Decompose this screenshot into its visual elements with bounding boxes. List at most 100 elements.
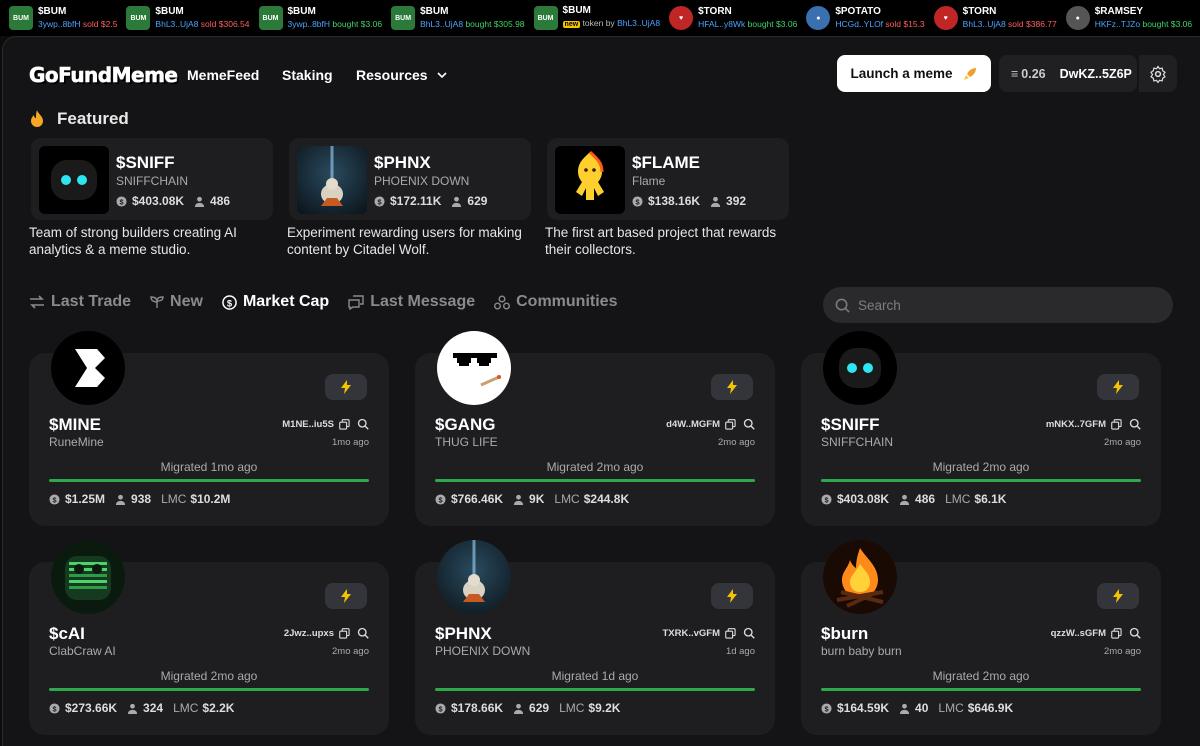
tab-market-cap[interactable]: $ Market Cap — [222, 293, 329, 311]
sort-tabs: Last Trade New $ Market Cap Last Message … — [29, 293, 636, 311]
featured-card-flame[interactable]: $FLAME Flame $ $138.16K 392 — [547, 138, 789, 220]
nav-resources[interactable]: Resources — [356, 67, 448, 83]
tab-last-message[interactable]: Last Message — [348, 293, 475, 311]
ticker-address: HCGd..YLOf — [835, 19, 884, 29]
nav-memefeed[interactable]: MemeFeed — [187, 67, 259, 83]
search-input[interactable] — [858, 297, 1158, 313]
ticker-item[interactable]: ♥ $TORN BhL3..UjA8 sold $386.77 — [933, 6, 1057, 30]
lightning-icon — [341, 380, 351, 394]
ticker-item[interactable]: BUM $BUM new token by BhL3..UjA8 — [533, 5, 660, 31]
ticker-item[interactable]: BUM $BUM BhL3..UjA8 sold $306.54 — [126, 6, 250, 30]
ticker-address: 3ywp..8bfH — [287, 19, 331, 29]
site-logo[interactable]: GoFundMeme — [29, 63, 179, 88]
ticker-item[interactable]: ● $RAMSEY HKFz..TJZo bought $3.06 — [1065, 6, 1192, 30]
lmc-value: $9.2K — [588, 701, 621, 715]
copy-icon[interactable] — [1111, 627, 1122, 639]
coin-icon: $ — [49, 493, 60, 505]
token-symbol: $burn — [821, 624, 869, 643]
copy-icon[interactable] — [339, 627, 350, 639]
search-icon[interactable] — [1129, 627, 1141, 639]
migration-status: Migrated 2mo ago — [932, 669, 1030, 683]
search-box[interactable] — [823, 287, 1173, 323]
copy-icon[interactable] — [339, 418, 350, 430]
tab-communities[interactable]: Communities — [494, 293, 617, 311]
token-card-mine[interactable]: $MINE RuneMine M1NE..iu5S 1mo ago Migrat… — [29, 331, 389, 526]
ticker-amount: $3.06 — [360, 19, 383, 29]
ticker-item[interactable]: ● $POTATO HCGd..YLOf sold $15.3 — [806, 6, 925, 30]
ticker-symbol: $RAMSEY — [1094, 6, 1144, 17]
ticker-action: bought — [465, 19, 492, 29]
token-card-phnx[interactable]: $PHNX PHOENIX DOWN TXRK..vGFM 1d ago Mig… — [415, 540, 775, 735]
settings-button[interactable] — [1139, 55, 1177, 92]
user-icon — [127, 703, 138, 714]
copy-icon[interactable] — [725, 627, 736, 639]
token-card-burn[interactable]: $burn burn baby burn qzzW..sGFM 2mo ago … — [801, 540, 1161, 735]
quick-buy-button[interactable] — [325, 374, 367, 400]
user-icon — [513, 494, 524, 505]
user-icon — [899, 703, 910, 714]
copy-icon[interactable] — [1111, 418, 1122, 430]
token-avatar: BUM — [126, 6, 151, 30]
ticker-address: HFAL..y8Wk — [698, 19, 746, 29]
search-icon[interactable] — [357, 627, 369, 639]
migration-status: Migrated 1mo ago — [160, 460, 258, 474]
progress-bar — [49, 688, 369, 691]
coin-icon: $ — [821, 493, 832, 505]
token-card-gang[interactable]: $GANG THUG LIFE d4W..MGFM 2mo ago Migrat… — [415, 331, 775, 526]
token-avatar — [823, 331, 897, 405]
search-icon[interactable] — [743, 418, 755, 430]
ticker-amount: $386.77 — [1026, 19, 1057, 29]
tab-new[interactable]: New — [150, 293, 203, 311]
lightning-icon — [1113, 380, 1123, 394]
featured-heading: Featured — [29, 109, 129, 129]
featured-card-sniff[interactable]: $SNIFF SNIFFCHAIN $ $403.08K 486 — [31, 138, 273, 220]
token-image — [39, 146, 109, 214]
featured-card-phnx[interactable]: $PHNX PHOENIX DOWN $ $172.11K 629 — [289, 138, 531, 220]
lmc-label: LMC — [161, 492, 187, 506]
token-card-cai[interactable]: $cAI ClabCraw AI 2Jwz..upxs 2mo ago Migr… — [29, 540, 389, 735]
copy-icon[interactable] — [725, 418, 736, 430]
chevron-down-icon — [437, 72, 447, 79]
nav-staking[interactable]: Staking — [282, 67, 333, 83]
coin-icon: $ — [821, 702, 832, 714]
ticker-item[interactable]: BUM $BUM 3ywp..8bfH bought $3.06 — [258, 6, 383, 30]
ticker-item[interactable]: BUM $BUM BhL3..UjA8 bought $305.98 — [391, 6, 525, 30]
market-cap: $273.66K — [65, 701, 118, 715]
search-icon[interactable] — [357, 418, 369, 430]
ticker-symbol: $BUM — [562, 5, 591, 16]
lmc-label: LMC — [554, 492, 580, 506]
quick-buy-button[interactable] — [1097, 374, 1139, 400]
ticker-symbol: $TORN — [698, 6, 732, 17]
lightning-icon — [1113, 589, 1123, 603]
ticker-item[interactable]: BUM $BUM 3ywp..8bfH sold $2.5 — [9, 6, 117, 30]
featured-description: Experiment rewarding users for making co… — [287, 225, 522, 257]
token-card-sniff[interactable]: $SNIFF SNIFFCHAIN mNKX..7GFM 2mo ago Mig… — [801, 331, 1161, 526]
ticker-address: HKFz..TJZo — [1094, 19, 1141, 29]
quick-buy-button[interactable] — [325, 583, 367, 609]
ticker-action: bought — [747, 19, 774, 29]
wallet-button[interactable]: ≡ 0.26 DwKZ..5Z6P — [999, 55, 1137, 92]
user-icon — [452, 196, 462, 207]
token-avatar — [823, 540, 897, 614]
launch-meme-button[interactable]: Launch a meme — [837, 55, 991, 92]
quick-buy-button[interactable] — [1097, 583, 1139, 609]
migration-status: Migrated 1d ago — [551, 669, 639, 683]
holders-count: 629 — [529, 701, 550, 715]
search-icon[interactable] — [1129, 418, 1141, 430]
market-cap: $403.08K — [132, 194, 185, 208]
user-icon — [115, 494, 126, 505]
token-avatar: BUM — [258, 6, 283, 30]
market-cap: $172.11K — [390, 194, 442, 208]
progress-bar — [49, 479, 369, 482]
quick-buy-button[interactable] — [711, 374, 753, 400]
ticker-item[interactable]: ♥ $TORN HFAL..y8Wk bought $3.06 — [669, 6, 797, 30]
tab-last-trade[interactable]: Last Trade — [29, 293, 131, 311]
migration-status: Migrated 2mo ago — [546, 460, 644, 474]
tab-label: Market Cap — [242, 293, 330, 310]
market-cap: $178.66K — [451, 701, 504, 715]
migration-status: Migrated 2mo ago — [160, 669, 258, 683]
quick-buy-button[interactable] — [711, 583, 753, 609]
chat-icon — [348, 294, 364, 310]
communities-icon — [494, 295, 511, 309]
search-icon[interactable] — [743, 627, 755, 639]
